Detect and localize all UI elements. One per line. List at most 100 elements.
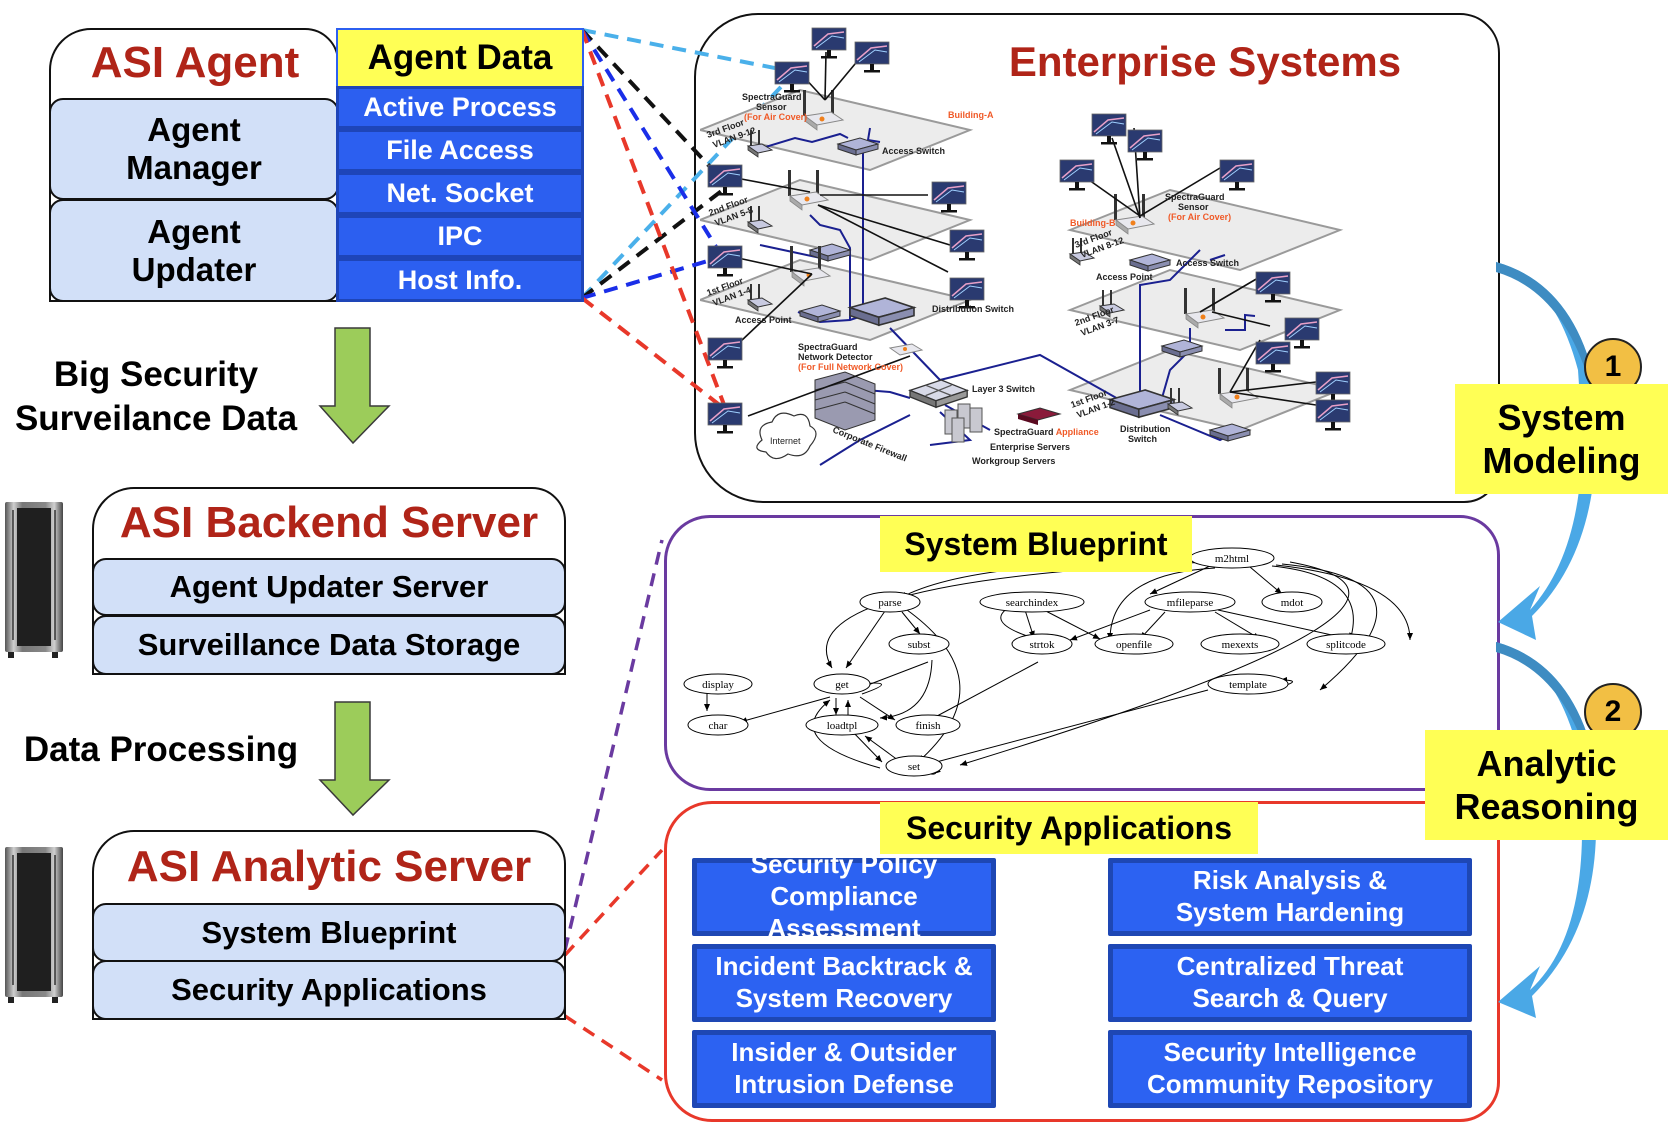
step-2-number: 2 [1604,695,1622,728]
workgroup-servers-label: Workgroup Servers [972,456,1055,466]
node-label: template [1229,679,1267,691]
firewall-label: Corporate Firewall [831,425,908,464]
node-label: searchindex [1006,597,1059,609]
workstation-monitor [811,27,847,60]
node-label: char [709,720,728,732]
analytic-reasoning-label: Analytic Reasoning [1425,730,1668,840]
system-blueprint-module[interactable]: System Blueprint [92,903,566,962]
sensor-a-line3: (For Air Cover) [744,112,807,122]
access-switch-b-label: Access Switch [1176,258,1239,268]
data-item-label: Active Process [363,92,557,122]
agent-updater-server-module[interactable]: Agent Updater Server [92,558,566,616]
detector-line3: (For Full Network Cover) [798,362,903,372]
app-line2: Compliance Assessment [767,881,921,943]
workstation-monitor [931,181,967,214]
workstation-monitor [1315,399,1351,432]
workstation-monitor [707,245,743,278]
app-centralized-threat-search[interactable]: Centralized Threat Search & Query [1108,944,1472,1022]
surveillance-data-storage-module[interactable]: Surveillance Data Storage [92,615,566,675]
sensor-b-line2: Sensor [1178,202,1209,212]
app-line1: Security Intelligence [1163,1037,1417,1068]
workstation-monitor [949,229,985,262]
sensor-b-line1: SpectraGuard [1165,192,1225,202]
data-item-active-process[interactable]: Active Process [336,86,584,129]
sensor-a-line1: SpectraGuard [742,92,802,102]
detector-line1: SpectraGuard [798,342,858,352]
node-label: mfileparse [1167,597,1214,609]
system-blueprint-title: System Blueprint [880,516,1192,572]
edge [1024,609,1035,639]
agent-updater-module[interactable]: Agent Updater [49,199,339,302]
app-risk-analysis-hardening[interactable]: Risk Analysis & System Hardening [1108,858,1472,936]
app-security-intelligence-repository[interactable]: Security Intelligence Community Repositor… [1108,1030,1472,1108]
node-label: set [908,761,920,773]
asi-agent-title: ASI Agent [90,38,300,87]
edge [901,611,921,635]
spectraguard-appliance [1016,407,1062,425]
distribution-switch-b-line1: Distribution [1120,424,1171,434]
edge [924,689,1209,767]
system-modeling-label: System Modeling [1455,384,1668,494]
data-item-label: IPC [437,221,483,251]
data-item-ipc[interactable]: IPC [336,215,584,258]
agent-data-header: Agent Data [336,28,584,88]
analytic-reasoning-line2: Reasoning [1454,786,1639,827]
workstation-monitor [1219,159,1255,192]
app-line1: Incident Backtrack & [715,951,973,982]
data-item-host-info[interactable]: Host Info. [336,258,584,302]
workstation-monitor [707,402,743,435]
edge [923,661,1039,724]
security-applications-module[interactable]: Security Applications [92,960,566,1020]
security-applications-title-label: Security Applications [906,809,1232,846]
workstation-monitor [774,61,810,94]
network-detector [888,343,924,356]
workstation-monitor [707,164,743,197]
data-item-net-socket[interactable]: Net. Socket [336,172,584,215]
node-label: openfile [1116,639,1152,651]
node-label: mexexts [1222,639,1259,651]
node-label: splitcode [1326,639,1366,651]
internet-label: Internet [770,436,801,446]
agent-data-header-label: Agent Data [367,38,553,77]
app-line2: Intrusion Defense [734,1069,954,1099]
workstation-monitor [1059,159,1095,192]
sensor-b-line3: (For Air Cover) [1168,212,1231,222]
system-modeling-line2: Modeling [1482,440,1641,481]
app-line1: Security Policy [750,849,938,880]
data-item-file-access[interactable]: File Access [336,129,584,172]
layer3-switch-label: Layer 3 Switch [972,384,1035,394]
app-line1: Insider & Outsider [731,1037,957,1068]
edge [845,610,886,669]
distribution-switch-a-label: Distribution Switch [932,304,1014,314]
agent-manager-label: Agent Manager [126,111,262,186]
call-graph-labels: m2html parse searchindex mfileparse mdot… [702,553,1366,773]
data-item-label: File Access [386,135,534,165]
node-label: mdot [1281,597,1304,609]
detector-line2: Network Detector [798,352,873,362]
app-insider-outsider-defense[interactable]: Insider & Outsider Intrusion Defense [692,1030,996,1108]
app-incident-backtrack-recovery[interactable]: Incident Backtrack & System Recovery [692,944,996,1022]
system-modeling-line1: System [1497,396,1626,438]
node-label: subst [908,639,931,651]
step-arrows [1496,262,1597,1018]
surveillance-data-storage-label: Surveillance Data Storage [137,627,521,663]
analytic-reasoning-line1: Analytic [1476,742,1617,784]
access-switch-b-3f [1129,253,1171,272]
node-label: strtok [1029,639,1055,651]
app-security-policy-compliance[interactable]: Security Policy Compliance Assessment [692,849,996,943]
layer3-switch [908,379,970,409]
workstation-monitor [1255,341,1291,374]
agent-manager-module[interactable]: Agent Manager [49,98,339,200]
app-line1: Centralized Threat [1176,951,1404,982]
building-a-floor-1 [700,259,971,341]
agent-updater-label: Agent Updater [131,212,257,288]
security-applications-title: Security Applications [880,802,1258,854]
edge [1249,566,1283,595]
app-line2: System Hardening [1175,897,1405,927]
node-label: display [702,679,734,691]
app-line2: Community Repository [1146,1069,1434,1099]
data-item-label: Net. Socket [386,178,534,208]
distribution-switch-b-line2: Switch [1128,434,1157,444]
enterprise-network-diagram: Building-A Building-B SpectraGuard Senso… [700,27,1351,466]
enterprise-servers-label: Enterprise Servers [990,442,1070,452]
